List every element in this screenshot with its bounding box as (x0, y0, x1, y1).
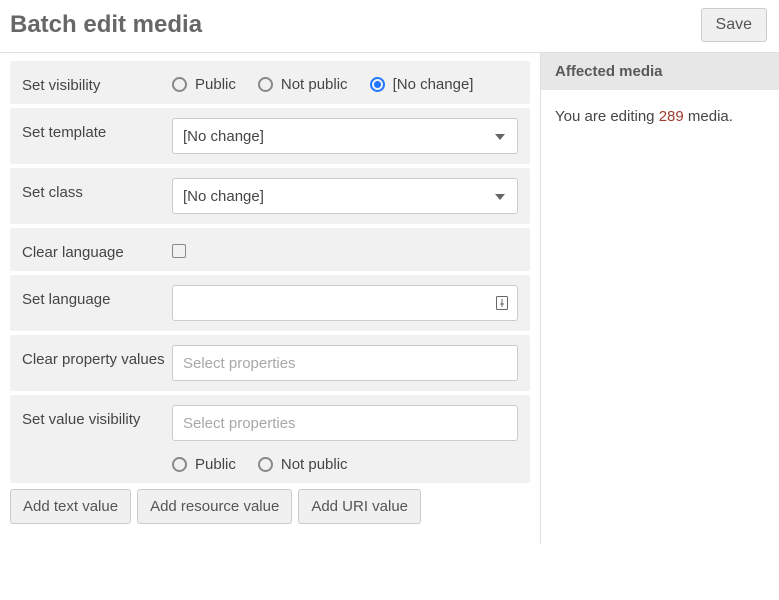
select-value: [No change] (183, 188, 264, 205)
sidebar-heading: Affected media (541, 53, 779, 90)
select-template[interactable]: [No change] (172, 118, 518, 154)
form-main: Set visibility Public Not public [No cha… (0, 53, 540, 544)
add-text-value-button[interactable]: Add text value (10, 489, 131, 524)
page-title: Batch edit media (10, 11, 202, 39)
row-set-visibility: Set visibility Public Not public [No cha… (10, 61, 530, 104)
radio-icon (258, 457, 273, 472)
radio-value-visibility-not-public[interactable]: Not public (258, 456, 348, 473)
save-button[interactable]: Save (701, 8, 767, 42)
row-clear-property-values: Clear property values (10, 335, 530, 391)
input-value-visibility-properties[interactable] (183, 406, 487, 440)
radio-value-visibility-public[interactable]: Public (172, 456, 236, 473)
radio-visibility-not-public[interactable]: Not public (258, 76, 348, 93)
checkbox-clear-language[interactable] (172, 244, 186, 258)
summary-post: media. (684, 108, 733, 125)
label-set-class: Set class (22, 178, 172, 214)
add-uri-value-button[interactable]: Add URI value (298, 489, 421, 524)
input-clear-properties[interactable] (183, 346, 487, 380)
row-clear-language: Clear language (10, 228, 530, 271)
affected-count: 289 (659, 108, 684, 125)
label-set-visibility: Set visibility (22, 71, 172, 94)
label-set-template: Set template (22, 118, 172, 154)
radio-visibility-public[interactable]: Public (172, 76, 236, 93)
affected-media-summary: You are editing 289 media. (541, 90, 779, 143)
radio-label: [No change] (393, 76, 474, 93)
language-picker-icon[interactable] (495, 295, 509, 311)
radio-label: Public (195, 456, 236, 473)
select-class[interactable]: [No change] (172, 178, 518, 214)
radio-label: Public (195, 76, 236, 93)
radio-icon (172, 457, 187, 472)
add-value-buttons: Add text value Add resource value Add UR… (10, 489, 530, 524)
radio-label: Not public (281, 456, 348, 473)
row-set-language: Set language (10, 275, 530, 331)
row-set-class: Set class [No change] (10, 168, 530, 224)
summary-pre: You are editing (555, 108, 659, 125)
add-resource-value-button[interactable]: Add resource value (137, 489, 292, 524)
select-value: [No change] (183, 128, 264, 145)
label-clear-language: Clear language (22, 238, 172, 261)
label-set-language: Set language (22, 285, 172, 321)
sidebar: Affected media You are editing 289 media… (540, 53, 779, 544)
radio-label: Not public (281, 76, 348, 93)
row-set-template: Set template [No change] (10, 108, 530, 164)
row-set-value-visibility: Set value visibility Public Not public (10, 395, 530, 483)
radio-icon (258, 77, 273, 92)
radio-icon (370, 77, 385, 92)
label-clear-property-values: Clear property values (22, 345, 172, 381)
radio-icon (172, 77, 187, 92)
label-set-value-visibility: Set value visibility (22, 405, 172, 473)
input-set-language[interactable] (183, 286, 487, 320)
radio-visibility-no-change[interactable]: [No change] (370, 76, 474, 93)
